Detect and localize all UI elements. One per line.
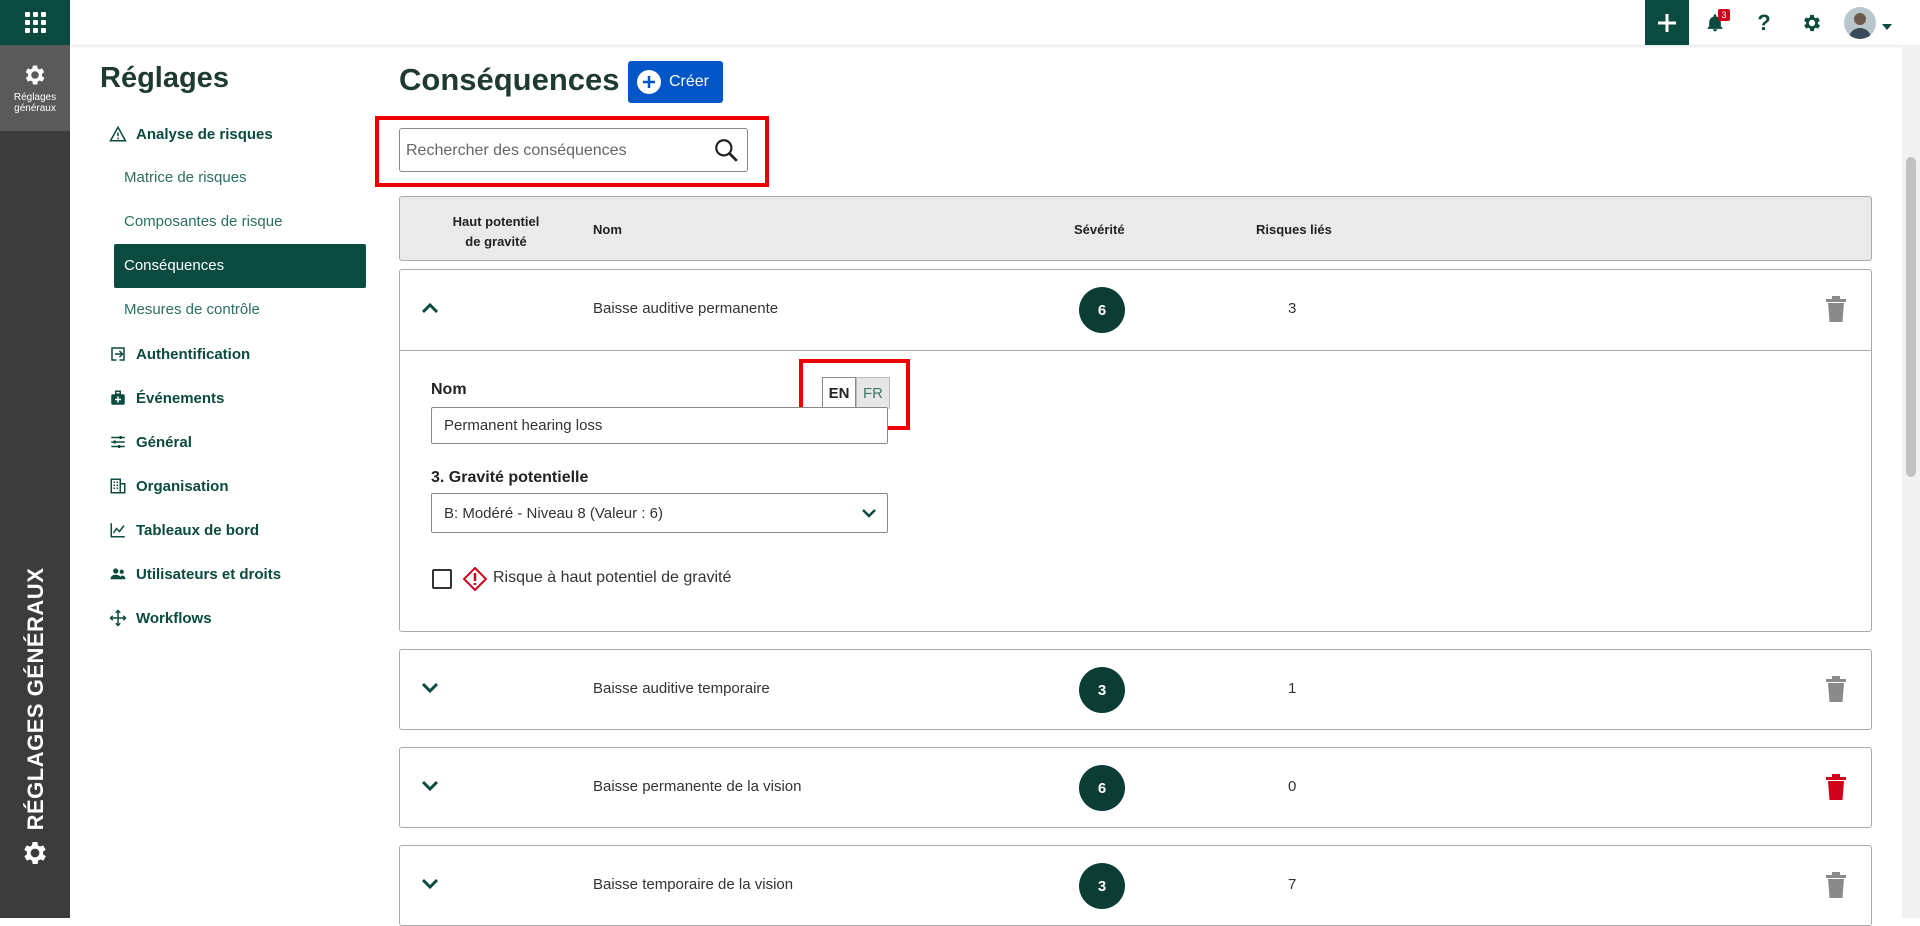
nav-section-workflows[interactable]: Workflows [108,606,212,630]
trash-icon[interactable] [1825,676,1847,707]
chevron-down-icon [861,506,877,523]
workflow-icon [108,608,128,628]
quick-add-button[interactable] [1645,0,1689,45]
column-severity: Sévérité [1074,222,1125,237]
nav-section-users-rights[interactable]: Utilisateurs et droits [108,562,281,586]
rail-item-general-settings[interactable]: Réglages généraux [0,45,70,131]
row-name: Baisse temporaire de la vision [593,876,794,893]
nav-section-authentication[interactable]: Authentification [108,342,250,366]
nav-section-risk-analysis[interactable]: Analyse de risques [108,122,273,146]
column-name: Nom [593,222,622,237]
nav-item-risk-components[interactable]: Composantes de risque [124,210,282,234]
page-title: Conséquences [399,62,620,97]
language-tabs: EN FR [822,377,890,409]
chevron-up-icon[interactable] [420,300,440,321]
nav-item-control-measures[interactable]: Mesures de contrôle [124,298,260,322]
severity-badge: 6 [1079,287,1125,333]
chevron-down-icon[interactable] [420,876,440,897]
severity-badge: 3 [1079,863,1125,909]
help-icon: ? [1757,10,1771,35]
row-name: Baisse auditive temporaire [593,680,770,697]
high-potential-label: Risque à haut potentiel de gravité [493,569,732,586]
column-high-potential: Haut potentiel de gravité [452,214,540,249]
apps-grid-icon [24,12,46,33]
plus-icon [1658,13,1676,32]
medical-kit-icon [108,388,128,408]
nav-section-general[interactable]: Général [108,430,192,454]
linked-risks-count: 7 [1288,876,1297,893]
table-header: Haut potentiel de gravité Nom Sévérité Ri… [399,196,1872,261]
building-icon [108,476,128,496]
app-rail: Réglages généraux RÉGLAGES GÉNÉRAUX [0,0,70,918]
row-detail-panel: Nom EN FR Permanent hearing loss 3. Grav… [400,350,1871,629]
login-icon [108,344,128,364]
trash-icon[interactable] [1825,872,1847,903]
plus-circle-icon [637,70,661,94]
page-scrollbar[interactable] [1902,45,1920,918]
name-field-label: Nom [431,381,467,398]
nav-section-organisation[interactable]: Organisation [108,474,229,498]
help-button[interactable]: ? [1751,10,1777,36]
row-name: Baisse auditive permanente [593,300,779,317]
create-button[interactable]: Créer [628,61,723,103]
row-header[interactable]: Baisse auditive permanente 6 3 [400,270,1871,350]
scrollbar-thumb[interactable] [1906,157,1916,477]
name-field-value: Permanent hearing loss [444,417,603,434]
gravity-select[interactable]: B: Modéré - Niveau 8 (Valeur : 6) [431,493,888,533]
gravity-field-label: 3. Gravité potentielle [431,469,589,486]
nav-item-consequences[interactable]: Conséquences [114,244,366,288]
caret-down-icon[interactable] [1882,18,1892,36]
settings-title: Réglages [100,62,229,94]
warning-diamond-icon [462,566,488,596]
severity-badge: 6 [1079,765,1125,811]
search-box [399,128,748,172]
notifications-button[interactable]: 3 [1702,9,1730,36]
high-potential-checkbox[interactable] [432,569,452,589]
table-row: Baisse auditive permanente 6 3 Nom EN FR… [399,269,1872,632]
linked-risks-count: 3 [1288,300,1297,317]
table-row[interactable]: Baisse auditive temporaire 3 1 [399,649,1872,730]
create-button-label: Créer [669,73,710,90]
severity-badge: 3 [1079,667,1125,713]
sliders-icon [108,432,128,452]
linked-risks-count: 1 [1288,680,1297,697]
table-row[interactable]: Baisse temporaire de la vision 3 7 [399,845,1872,926]
line-chart-icon [108,520,128,540]
avatar[interactable] [1844,7,1876,39]
search-icon[interactable] [713,137,739,168]
settings-button[interactable] [1799,10,1825,36]
table-row[interactable]: Baisse permanente de la vision 6 0 [399,747,1872,828]
tab-en[interactable]: EN [822,377,856,409]
trash-icon[interactable] [1825,774,1847,805]
users-icon [108,564,128,584]
nav-item-risk-matrix[interactable]: Matrice de risques [124,166,247,190]
name-field[interactable]: Permanent hearing loss [431,407,888,444]
linked-risks-count: 0 [1288,778,1297,795]
column-linked-risks: Risques liés [1256,222,1332,237]
nav-section-dashboards[interactable]: Tableaux de bord [108,518,259,542]
rail-vertical-title: RÉGLAGES GÉNÉRAUX [23,567,48,830]
chevron-down-icon[interactable] [420,680,440,701]
search-input[interactable] [406,139,696,163]
chevron-down-icon[interactable] [420,778,440,799]
gear-icon [1804,14,1820,32]
warning-triangle-icon [108,124,128,144]
top-bar: 3 ? [70,0,1920,45]
row-name: Baisse permanente de la vision [593,778,802,795]
apps-grid-button[interactable] [0,0,70,45]
gear-icon [25,65,45,85]
gear-icon [20,838,50,873]
notification-badge: 3 [1718,9,1730,21]
gravity-select-value: B: Modéré - Niveau 8 (Valeur : 6) [444,504,663,522]
trash-icon[interactable] [1825,296,1847,327]
rail-item-label: Réglages généraux [13,92,57,114]
nav-section-events[interactable]: Événements [108,386,224,410]
tab-fr[interactable]: FR [856,377,890,409]
